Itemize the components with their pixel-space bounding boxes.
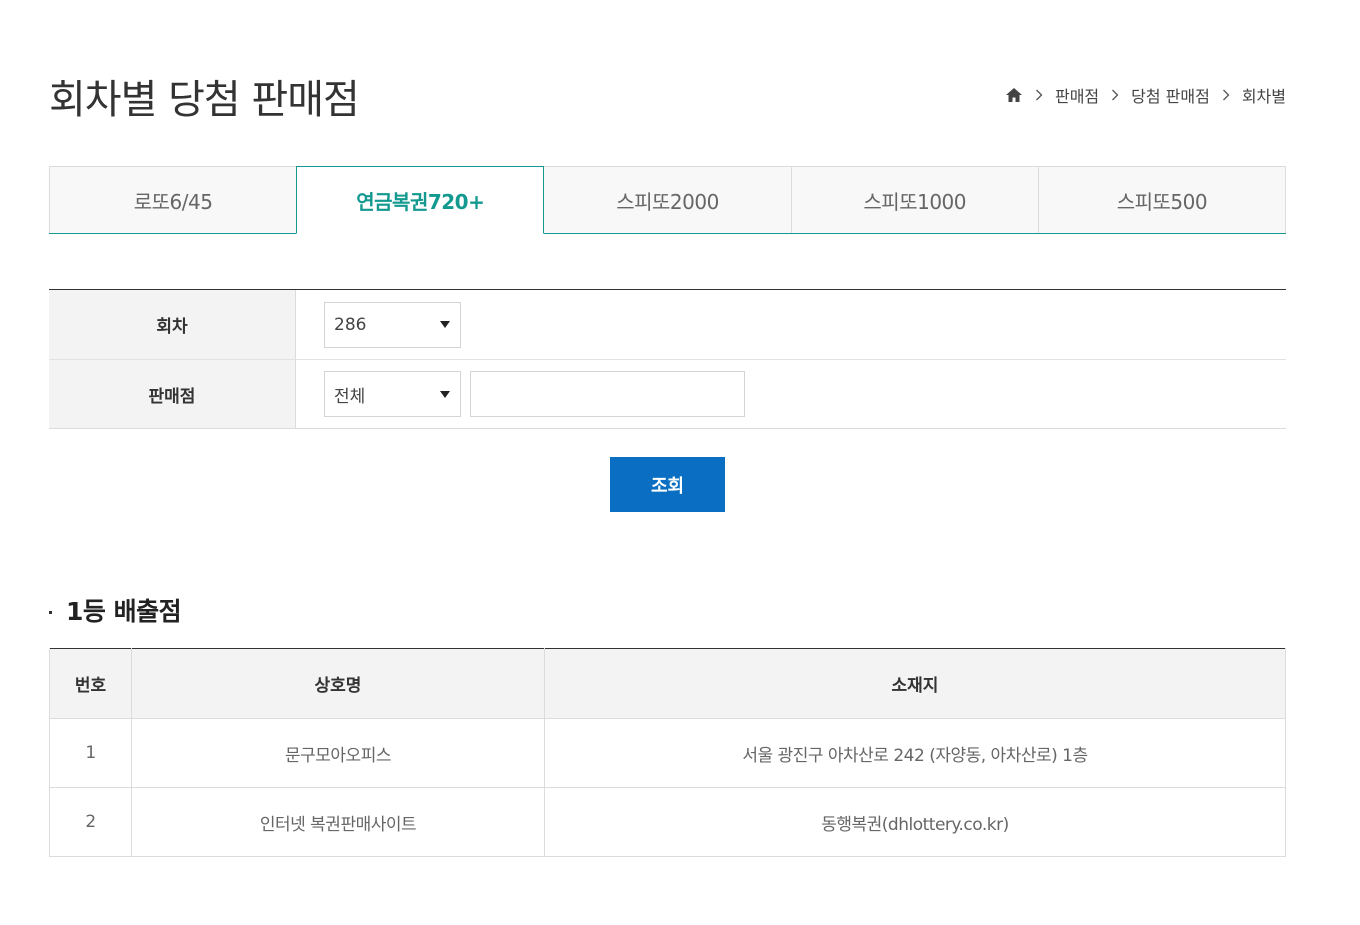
row-store-name: 문구모아오피스 [131, 718, 545, 788]
chevron-right-icon [1214, 83, 1238, 107]
tab-speetto2000[interactable]: 스피또2000 [543, 166, 792, 233]
home-icon[interactable] [1005, 86, 1023, 104]
page-title: 회차별 당첨 판매점 [49, 77, 360, 123]
round-row: 회차 286 [49, 290, 1286, 359]
row-store-name: 인터넷 복권판매사이트 [131, 787, 545, 857]
tab-speetto1000[interactable]: 스피또1000 [790, 166, 1039, 233]
section-title-text: 1등 배출점 [66, 597, 182, 626]
header-number: 번호 [49, 648, 132, 719]
breadcrumb: 판매점 당첨 판매점 회차별 [1005, 83, 1286, 107]
caret-down-icon [440, 390, 450, 398]
round-select-value: 286 [334, 314, 367, 335]
header-address: 소재지 [544, 648, 1286, 719]
table-row: 1 문구모아오피스 서울 광진구 아차산로 242 (자양동, 아차산로) 1층 [49, 718, 1286, 788]
row-number: 1 [49, 718, 132, 788]
row-address: 서울 광진구 아차산로 242 (자양동, 아차산로) 1층 [544, 718, 1286, 788]
round-label: 회차 [49, 290, 296, 359]
store-region-select[interactable]: 전체 [324, 371, 461, 417]
store-row: 판매점 전체 [49, 359, 1286, 428]
bullet-icon [49, 610, 52, 614]
tab-pension720[interactable]: 연금복권720+ [296, 166, 545, 234]
search-button[interactable]: 조회 [610, 457, 725, 512]
chevron-right-icon [1103, 83, 1127, 107]
results-table: 번호 상호명 소재지 1 문구모아오피스 서울 광진구 아차산로 242 (자양… [49, 648, 1286, 857]
breadcrumb-item-winning-store[interactable]: 당첨 판매점 [1131, 83, 1210, 107]
row-number: 2 [49, 787, 132, 857]
table-header-row: 번호 상호명 소재지 [49, 648, 1286, 719]
store-label: 판매점 [49, 360, 296, 428]
search-form: 회차 286 판매점 전체 [49, 289, 1286, 429]
store-region-select-value: 전체 [334, 386, 366, 407]
row-address: 동행복권(dhlottery.co.kr) [544, 787, 1286, 857]
round-field: 286 [296, 290, 1286, 359]
section-title: 1등 배출점 [49, 592, 182, 628]
table-row: 2 인터넷 복권판매사이트 동행복권(dhlottery.co.kr) [49, 787, 1286, 857]
lottery-tabs: 로또6/45 연금복권720+ 스피또2000 스피또1000 스피또500 [49, 166, 1287, 234]
breadcrumb-item-store[interactable]: 판매점 [1055, 83, 1099, 107]
breadcrumb-item-by-round[interactable]: 회차별 [1242, 83, 1286, 107]
caret-down-icon [440, 321, 450, 328]
tab-lotto645[interactable]: 로또6/45 [49, 166, 298, 233]
chevron-right-icon [1027, 83, 1051, 107]
round-select[interactable]: 286 [324, 301, 461, 348]
store-search-input[interactable] [470, 371, 745, 417]
header-store-name: 상호명 [131, 648, 545, 719]
tab-speetto500[interactable]: 스피또500 [1037, 166, 1287, 233]
store-field: 전체 [296, 360, 1286, 428]
